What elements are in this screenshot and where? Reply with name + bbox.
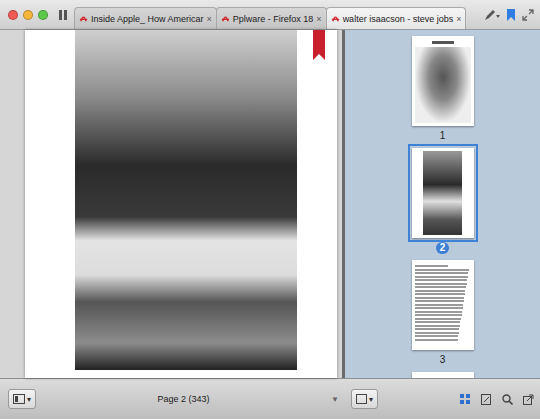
thumbnail-sidebar: 1 2 3 [345, 30, 540, 378]
tab-close-button[interactable]: × [207, 14, 212, 24]
thumbnail-label: 2 [436, 242, 450, 254]
document-pane[interactable] [0, 30, 345, 378]
pdf-icon [331, 14, 340, 23]
view-menu-button[interactable]: ▾ [8, 389, 36, 409]
tab-close-button[interactable]: × [316, 14, 321, 24]
browser-tab[interactable]: Pplware - Firefox 18 × [216, 7, 327, 29]
traffic-light-icon[interactable] [23, 10, 33, 20]
thumbnail-label: 1 [440, 130, 446, 142]
page-controls: ▾ Page 2 (343) ▼ [0, 389, 345, 409]
grid-icon[interactable] [460, 394, 471, 404]
status-bar: ▾ Page 2 (343) ▼ ▾ [0, 378, 540, 419]
tab-close-button[interactable]: × [456, 14, 461, 24]
share-icon[interactable] [523, 394, 534, 405]
thumb-title [432, 41, 454, 44]
thumb-photo [423, 151, 462, 235]
traffic-light-icon[interactable] [38, 10, 48, 20]
tab-label: Inside Apple_ How Americar [91, 14, 204, 24]
sidebar-toolbar [460, 394, 534, 405]
pdf-icon [79, 14, 88, 23]
thumbnail-label: 3 [440, 354, 446, 366]
thumb-text [415, 263, 471, 341]
sidebar-icon [13, 394, 25, 404]
browser-tab[interactable]: walter isaacson - steve jobs × [326, 7, 467, 29]
pdf-icon [221, 14, 230, 23]
page-thumbnail[interactable] [412, 148, 474, 238]
thumb-portrait [415, 47, 471, 123]
content-area: 1 2 3 [0, 30, 540, 378]
page-size-icon [356, 394, 367, 404]
page-photo [75, 30, 297, 370]
bookmark-ribbon-icon[interactable] [313, 30, 325, 60]
pen-icon[interactable] [484, 9, 500, 21]
traffic-light-icon[interactable] [8, 10, 18, 20]
thumbnail-item[interactable]: 1 [412, 36, 474, 142]
browser-tab[interactable]: Inside Apple_ How Americar × [74, 7, 217, 29]
page-thumbnail[interactable] [412, 36, 474, 126]
search-icon[interactable] [502, 394, 513, 405]
page-thumbnail[interactable] [412, 260, 474, 350]
fullscreen-icon[interactable] [522, 9, 534, 21]
tab-list-icon[interactable] [58, 9, 70, 21]
title-bar: Inside Apple_ How Americar × Pplware - F… [0, 0, 540, 30]
zoom-menu-button[interactable]: ▾ [351, 389, 378, 409]
page-indicator[interactable]: Page 2 (343) [36, 394, 331, 404]
pdf-viewer-window: Inside Apple_ How Americar × Pplware - F… [0, 0, 540, 419]
page-menu-button[interactable]: ▼ [331, 395, 339, 404]
bookmark-icon[interactable] [506, 9, 516, 21]
tab-strip: Inside Apple_ How Americar × Pplware - F… [74, 0, 480, 29]
window-controls [0, 10, 56, 20]
tab-label: Pplware - Firefox 18 [233, 14, 314, 24]
annotate-icon[interactable] [481, 394, 492, 405]
tab-label: walter isaacson - steve jobs [343, 14, 454, 24]
toolbar [480, 9, 540, 21]
pdf-page [25, 30, 337, 378]
thumbnail-item[interactable]: 3 [412, 260, 474, 366]
thumbnail-item[interactable]: 2 [412, 148, 474, 254]
sidebar-controls: ▾ [345, 389, 540, 409]
